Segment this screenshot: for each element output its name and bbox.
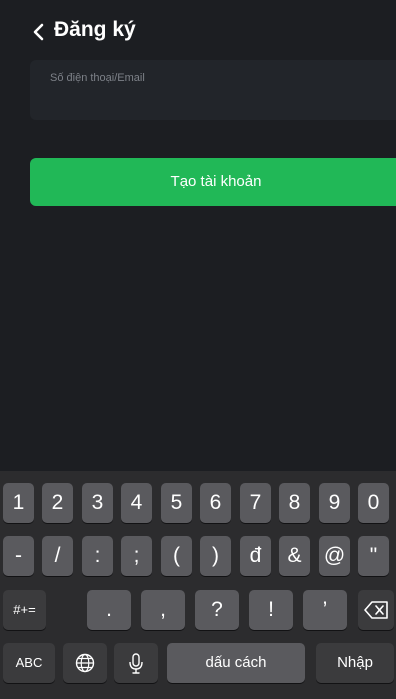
key-hyphen[interactable]: - — [3, 536, 34, 576]
globe-key[interactable] — [63, 643, 107, 683]
page-title: Đăng ký — [54, 18, 136, 41]
key-0[interactable]: 0 — [358, 483, 389, 523]
phone-email-field-container[interactable]: Số điện thoại/Email — [30, 60, 396, 120]
key-comma[interactable]: , — [141, 590, 185, 630]
key-symbols-toggle[interactable]: #+= — [3, 590, 46, 630]
key-6[interactable]: 6 — [200, 483, 231, 523]
key-7[interactable]: 7 — [240, 483, 271, 523]
key-space[interactable]: dấu cách — [167, 643, 305, 683]
key-3[interactable]: 3 — [82, 483, 113, 523]
key-8[interactable]: 8 — [279, 483, 310, 523]
key-1[interactable]: 1 — [3, 483, 34, 523]
key-close-paren[interactable]: ) — [200, 536, 231, 576]
microphone-icon — [129, 653, 143, 674]
key-open-paren[interactable]: ( — [161, 536, 192, 576]
key-ampersand[interactable]: & — [279, 536, 310, 576]
key-period[interactable]: . — [87, 590, 131, 630]
microphone-key[interactable] — [114, 643, 158, 683]
header: Đăng ký — [0, 0, 396, 56]
key-question[interactable]: ? — [195, 590, 239, 630]
key-4[interactable]: 4 — [121, 483, 152, 523]
key-semicolon[interactable]: ; — [121, 536, 152, 576]
key-abc[interactable]: ABC — [3, 643, 55, 683]
backspace-icon — [364, 601, 388, 619]
key-at[interactable]: @ — [319, 536, 350, 576]
key-colon[interactable]: : — [82, 536, 113, 576]
key-slash[interactable]: / — [42, 536, 73, 576]
phone-email-label: Số điện thoại/Email — [50, 72, 145, 84]
key-5[interactable]: 5 — [161, 483, 192, 523]
key-9[interactable]: 9 — [319, 483, 350, 523]
phone-email-input[interactable] — [50, 90, 380, 112]
key-exclamation[interactable]: ! — [249, 590, 293, 630]
keyboard: 1 2 3 4 5 6 7 8 9 0 - / : ; ( ) đ & @ " … — [0, 471, 396, 699]
globe-icon — [75, 653, 95, 673]
chevron-left-icon[interactable] — [30, 22, 48, 42]
backspace-key[interactable] — [358, 590, 394, 630]
key-dong[interactable]: đ — [240, 536, 271, 576]
key-return[interactable]: Nhập — [316, 643, 394, 683]
key-apostrophe[interactable]: ’ — [303, 590, 347, 630]
key-2[interactable]: 2 — [42, 483, 73, 523]
key-quote[interactable]: " — [358, 536, 389, 576]
create-account-button[interactable]: Tạo tài khoản — [30, 158, 396, 206]
